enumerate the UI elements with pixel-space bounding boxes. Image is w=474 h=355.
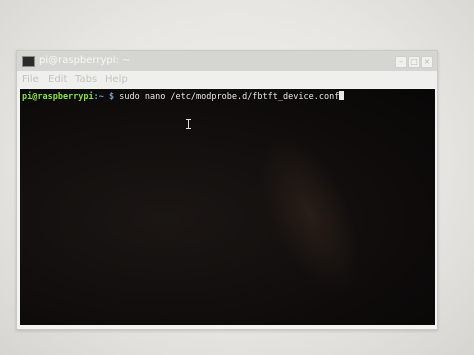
- menu-help[interactable]: Help: [105, 74, 128, 85]
- terminal-window: pi@raspberrypi: ~ – □ × File Edit Tabs H…: [16, 50, 438, 330]
- ibeam-cursor-icon: [186, 119, 192, 129]
- menu-file[interactable]: File: [22, 74, 39, 85]
- minimize-icon[interactable]: –: [395, 56, 407, 68]
- menu-tabs[interactable]: Tabs: [75, 74, 97, 85]
- menu-bar: File Edit Tabs Help: [17, 71, 437, 88]
- close-icon[interactable]: ×: [421, 56, 433, 68]
- command-line: pi@raspberrypi:~ $ sudo nano /etc/modpro…: [22, 91, 345, 103]
- command-text: sudo nano /etc/modprobe.d/fbtft_device.c…: [114, 92, 340, 102]
- prompt-user: pi@raspberrypi: [22, 92, 94, 102]
- screen-glare: [237, 120, 383, 308]
- maximize-icon[interactable]: □: [408, 56, 420, 68]
- terminal-icon: [22, 56, 35, 67]
- window-title: pi@raspberrypi: ~: [39, 55, 131, 66]
- terminal-area[interactable]: pi@raspberrypi:~ $ sudo nano /etc/modpro…: [20, 89, 435, 325]
- title-bar[interactable]: pi@raspberrypi: ~ – □ ×: [17, 51, 437, 71]
- menu-edit[interactable]: Edit: [48, 74, 67, 85]
- text-cursor: [339, 91, 345, 100]
- prompt-path: ~ $: [98, 92, 115, 102]
